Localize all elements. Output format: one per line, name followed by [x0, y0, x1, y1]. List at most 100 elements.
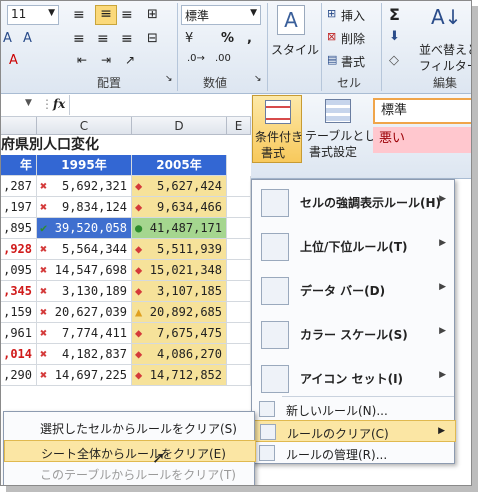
- cell-c[interactable]: ✖ 3,130,189: [37, 281, 132, 302]
- cell-e[interactable]: [227, 260, 251, 281]
- format-as-table-button[interactable]: テーブルとして 書式設定: [305, 95, 388, 163]
- column-header-b[interactable]: [1, 117, 37, 135]
- cell-a[interactable]: ,928: [1, 239, 37, 260]
- cell-a[interactable]: ,159: [1, 302, 37, 323]
- cell-a[interactable]: ,961: [1, 323, 37, 344]
- cell-c[interactable]: ✖ 14,697,225: [37, 365, 132, 386]
- cell-d[interactable]: ◆ 14,712,852: [132, 365, 227, 386]
- cell-e[interactable]: [227, 281, 251, 302]
- cell-d[interactable]: ● 41,487,171: [132, 218, 227, 239]
- fill-icon[interactable]: ⬇: [389, 29, 400, 44]
- cell-e[interactable]: [227, 365, 251, 386]
- sort-filter-line2[interactable]: フィルター: [419, 57, 471, 74]
- cell-d[interactable]: ▲ 20,892,685: [132, 302, 227, 323]
- cell-d[interactable]: ◆ 5,511,939: [132, 239, 227, 260]
- name-box-dropdown-icon[interactable]: ▼: [25, 98, 32, 108]
- indent-icon[interactable]: ⇤: [77, 53, 87, 67]
- autosum-button[interactable]: Σ: [389, 5, 400, 24]
- align-bottom-icon[interactable]: ≡: [121, 7, 133, 23]
- menu-item-clear-rules[interactable]: ルールのクリア(C) ▶: [252, 420, 456, 442]
- dialog-launcher-icon[interactable]: ↘: [165, 74, 173, 84]
- cell-a[interactable]: ,095: [1, 260, 37, 281]
- menu-item-manage-rules[interactable]: ルールの管理(R)...: [252, 442, 456, 464]
- align-right-icon[interactable]: ≡: [121, 31, 133, 47]
- align-middle-icon[interactable]: ≡: [95, 5, 117, 25]
- cell-a[interactable]: ,197: [1, 197, 37, 218]
- delete-button[interactable]: 削除: [341, 30, 365, 47]
- dialog-launcher-icon[interactable]: ↘: [254, 74, 262, 84]
- align-center-icon[interactable]: ≡: [97, 31, 109, 47]
- style-normal-cell[interactable]: 標準: [373, 98, 471, 124]
- insert-icon[interactable]: ⊞: [327, 7, 336, 20]
- conditional-format-button[interactable]: 条件付き 書式: [252, 95, 303, 163]
- submenu-clear-sheet[interactable]: シート全体からルールをクリア(E): [4, 440, 256, 462]
- delete-icon[interactable]: ⊠: [327, 30, 336, 43]
- cell-e[interactable]: [227, 323, 251, 344]
- cell-e[interactable]: [227, 239, 251, 260]
- cell-d[interactable]: ◆ 3,107,185: [132, 281, 227, 302]
- column-header-e[interactable]: E: [227, 117, 251, 135]
- align-left-icon[interactable]: ≡: [73, 31, 85, 47]
- merge-cells-icon[interactable]: ⊟: [147, 31, 158, 46]
- cell-c[interactable]: ✖ 14,547,698: [37, 260, 132, 281]
- style-button[interactable]: スタイル: [271, 41, 319, 58]
- cell-d[interactable]: ◆ 5,627,424: [132, 176, 227, 197]
- insert-button[interactable]: 挿入: [341, 7, 365, 24]
- cell-d[interactable]: ◆ 4,086,270: [132, 344, 227, 365]
- cell-e[interactable]: [227, 176, 251, 197]
- sort-filter-icon[interactable]: A↓: [431, 5, 461, 29]
- orientation-icon[interactable]: ↗: [125, 53, 135, 67]
- header-cell-2005[interactable]: 2005年: [132, 155, 227, 176]
- column-header-c[interactable]: C: [37, 117, 132, 135]
- cell-e[interactable]: [227, 197, 251, 218]
- format-icon[interactable]: ▤: [327, 53, 337, 66]
- number-format-combo[interactable]: 標準 ▼: [181, 5, 261, 25]
- font-color-icon[interactable]: A: [9, 53, 18, 68]
- clear-icon[interactable]: ◇: [389, 53, 399, 68]
- cell-e[interactable]: [227, 302, 251, 323]
- cell-d[interactable]: ◆ 7,675,475: [132, 323, 227, 344]
- cell-a[interactable]: ,290: [1, 365, 37, 386]
- menu-item-color-scale[interactable]: カラー スケール(S) ▶: [252, 312, 456, 356]
- cell-c[interactable]: ✖ 20,627,039: [37, 302, 132, 323]
- cell-a[interactable]: ,895: [1, 218, 37, 239]
- menu-item-new-rule[interactable]: 新しいルール(N)...: [252, 398, 456, 420]
- menu-item-data-bar[interactable]: データ バー(D) ▶: [252, 268, 456, 312]
- cell-a[interactable]: ,345: [1, 281, 37, 302]
- wrap-text-icon[interactable]: ⊞: [147, 7, 158, 22]
- cell-c[interactable]: ✔ 39,520,058: [37, 218, 132, 239]
- bold-a-icon[interactable]: A: [23, 31, 32, 46]
- menu-item-top-bottom[interactable]: 上位/下位ルール(T) ▶: [252, 224, 456, 268]
- increase-decimal-icon[interactable]: .0→: [187, 53, 205, 64]
- cell-e[interactable]: [227, 344, 251, 365]
- sort-filter-line1[interactable]: 並べ替えと: [419, 41, 471, 58]
- cell-c[interactable]: ✖ 5,692,321: [37, 176, 132, 197]
- percent-button[interactable]: %: [221, 31, 234, 46]
- menu-item-highlight-rules[interactable]: セルの強調表示ルール(H) ▶: [252, 180, 456, 224]
- header-cell-a[interactable]: 年: [1, 155, 37, 176]
- cell-e[interactable]: [227, 218, 251, 239]
- fx-icon[interactable]: fx: [53, 97, 65, 111]
- format-button[interactable]: 書式: [341, 53, 365, 70]
- style-icon[interactable]: A: [277, 5, 305, 35]
- cell-c[interactable]: ✖ 4,182,837: [37, 344, 132, 365]
- currency-icon[interactable]: ¥: [185, 31, 193, 46]
- align-top-icon[interactable]: ≡: [73, 7, 85, 23]
- submenu-clear-selected[interactable]: 選択したセルからルールをクリア(S): [4, 416, 256, 438]
- cell-c[interactable]: ✖ 5,564,344: [37, 239, 132, 260]
- cell-d[interactable]: ◆ 15,021,348: [132, 260, 227, 281]
- cell-a[interactable]: ,014: [1, 344, 37, 365]
- comma-button[interactable]: ,: [247, 31, 252, 46]
- grow-font-icon[interactable]: A: [3, 31, 12, 46]
- outdent-icon[interactable]: ⇥: [101, 53, 111, 67]
- cell-a[interactable]: ,287: [1, 176, 37, 197]
- header-cell-1995[interactable]: 1995年: [37, 155, 132, 176]
- font-size-combo[interactable]: 11 ▼: [7, 5, 59, 25]
- decrease-decimal-icon[interactable]: .00: [215, 53, 231, 64]
- cell-c[interactable]: ✖ 9,834,124: [37, 197, 132, 218]
- column-header-d[interactable]: D: [132, 117, 227, 135]
- style-bad-cell[interactable]: 悪い: [373, 127, 471, 153]
- formula-input[interactable]: [69, 95, 249, 115]
- cell-d[interactable]: ◆ 9,634,466: [132, 197, 227, 218]
- cell-c[interactable]: ✖ 7,774,411: [37, 323, 132, 344]
